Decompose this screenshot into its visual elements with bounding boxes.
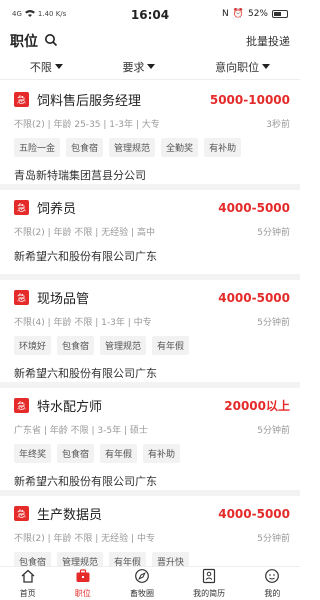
alarm-icon: ⏰	[232, 9, 244, 19]
filter-label: 不限	[29, 60, 52, 74]
job-tag: 五险一金	[14, 138, 61, 157]
filter-label: 要求	[122, 60, 145, 74]
status-bar: 4G 1.40 K/s 16:04 N ⏰ 52%	[0, 0, 300, 28]
resume-icon	[201, 568, 217, 586]
job-tag: 包食宿	[57, 444, 95, 463]
job-tag: 包食宿	[66, 138, 104, 157]
job-meta: 不限(4) | 年龄 不限 | 1-3年 | 中专	[14, 318, 152, 328]
page-header: 职位 批量投递	[0, 28, 300, 54]
filter-intended-position[interactable]: 意向职位	[215, 59, 271, 75]
job-company: 新希望六和股份有限公司广东	[14, 367, 157, 380]
job-post-time: 5分钟前	[257, 318, 290, 328]
status-time: 16:04	[130, 8, 170, 22]
urgent-badge: 急	[14, 200, 29, 215]
job-tag: 全勤奖	[161, 138, 199, 157]
job-tags: 年终奖 包食宿 有年假 有补助	[14, 444, 290, 463]
profile-icon	[264, 568, 280, 586]
net-speed: 1.40 K/s	[37, 10, 67, 18]
urgent-badge: 急	[14, 398, 29, 413]
job-tag: 环境好	[14, 336, 52, 355]
job-tag: 有补助	[143, 444, 181, 463]
filter-bar: 不限 要求 意向职位	[0, 54, 300, 80]
compass-icon	[134, 568, 150, 586]
job-card[interactable]: 急 生产数据员 4000-5000 不限(2) | 年龄 不限 | 无经验 | …	[0, 496, 300, 570]
job-salary: 20000以上	[224, 399, 290, 413]
filter-requirements[interactable]: 要求	[122, 59, 156, 75]
job-company: 青岛新特瑞集团莒县分公司	[14, 169, 146, 182]
briefcase-icon	[75, 568, 91, 586]
job-tag: 包食宿	[57, 336, 95, 355]
job-salary: 4000-5000	[218, 200, 290, 215]
tab-mine[interactable]: 我的	[264, 568, 280, 599]
job-meta: 广东省 | 年龄 不限 | 3-5年 | 硕士	[14, 426, 148, 436]
triangle-down-icon	[262, 64, 271, 69]
urgent-badge: 急	[14, 290, 29, 305]
job-post-time: 5分钟前	[257, 534, 290, 544]
home-icon	[20, 568, 36, 586]
title-wrap: 职位	[10, 31, 58, 51]
job-title: 现场品管	[37, 292, 90, 307]
page-title: 职位	[10, 34, 38, 50]
job-card[interactable]: 急 现场品管 4000-5000 不限(4) | 年龄 不限 | 1-3年 | …	[0, 280, 300, 382]
job-tag: 管理规范	[109, 138, 156, 157]
job-post-time: 5分钟前	[257, 426, 290, 436]
tab-livestock-circle[interactable]: 畜牧圈	[130, 568, 154, 599]
tab-my-resume[interactable]: 我的简历	[193, 568, 225, 599]
tab-label: 我的	[264, 589, 281, 598]
job-company: 新希望六和股份有限公司广东	[14, 250, 157, 263]
job-meta: 不限(2) | 年龄 不限 | 无经验 | 高中	[14, 228, 155, 238]
triangle-down-icon	[147, 64, 156, 69]
job-list[interactable]: 急 饲料售后服务经理 5000-10000 不限(2) | 年龄 25-35 |…	[0, 82, 300, 570]
job-salary: 4000-5000	[218, 290, 290, 305]
filter-label: 意向职位	[215, 60, 260, 74]
tab-label: 我的简历	[193, 589, 226, 598]
status-left: 4G 1.40 K/s	[12, 9, 66, 19]
bottom-tab-bar: 首页 职位 畜牧圈 我的简历 我的	[0, 566, 300, 600]
tab-label: 职位	[74, 589, 91, 598]
job-tag: 有年假	[152, 336, 190, 355]
tab-home[interactable]: 首页	[20, 568, 36, 599]
filter-location[interactable]: 不限	[30, 59, 63, 75]
status-right: N ⏰ 52%	[222, 9, 288, 19]
job-tag: 有补助	[204, 138, 242, 157]
battery-icon	[272, 10, 288, 18]
job-title: 饲养员	[37, 202, 77, 217]
job-title: 特水配方师	[37, 400, 103, 415]
urgent-badge: 急	[14, 506, 29, 521]
job-title: 饲料售后服务经理	[37, 94, 142, 109]
job-post-time: 5分钟前	[257, 228, 290, 238]
triangle-down-icon	[54, 64, 63, 69]
job-salary: 5000-10000	[209, 92, 290, 107]
job-card[interactable]: 急 特水配方师 20000以上 广东省 | 年龄 不限 | 3-5年 | 硕士 …	[0, 388, 300, 490]
battery-percent: 52%	[247, 9, 268, 19]
tab-label: 畜牧圈	[129, 589, 154, 598]
job-company: 新希望六和股份有限公司广东	[14, 475, 157, 488]
tab-label: 首页	[19, 589, 36, 598]
urgent-badge: 急	[14, 92, 29, 107]
tab-jobs[interactable]: 职位	[75, 568, 91, 599]
job-tag: 管理规范	[100, 336, 147, 355]
signal-indicator: 4G	[12, 10, 22, 18]
job-card[interactable]: 急 饲料售后服务经理 5000-10000 不限(2) | 年龄 25-35 |…	[0, 82, 300, 184]
batch-post-button[interactable]: 批量投递	[246, 33, 290, 49]
job-tags: 五险一金 包食宿 管理规范 全勤奖 有补助	[14, 138, 290, 157]
job-title: 生产数据员	[37, 508, 103, 523]
job-tag: 有年假	[100, 444, 138, 463]
job-tags: 环境好 包食宿 管理规范 有年假	[14, 336, 290, 355]
job-salary: 4000-5000	[218, 506, 290, 521]
job-meta: 不限(2) | 年龄 25-35 | 1-3年 | 大专	[14, 120, 160, 130]
search-icon[interactable]	[44, 32, 58, 51]
job-tag: 年终奖	[14, 444, 52, 463]
job-post-time: 3秒前	[266, 120, 290, 130]
wifi-icon	[24, 9, 35, 19]
job-card[interactable]: 急 饲养员 4000-5000 不限(2) | 年龄 不限 | 无经验 | 高中…	[0, 190, 300, 274]
nfc-icon: N	[222, 9, 229, 19]
job-meta: 不限(2) | 年龄 不限 | 无经验 | 中专	[14, 534, 155, 544]
